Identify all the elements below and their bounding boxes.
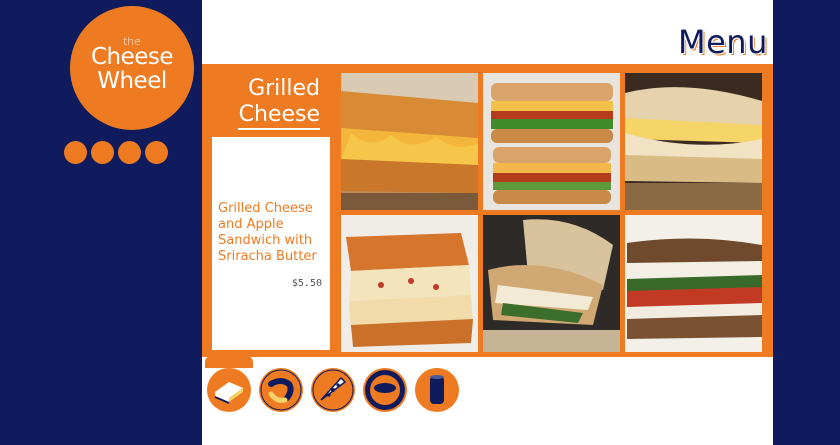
title-underline [238,128,320,130]
item-price: $5.50 [291,278,322,289]
nav-sandwich[interactable] [205,356,253,412]
sandwich-photo-3 [625,73,762,210]
sandwich-photo-4 [341,215,478,352]
logo[interactable]: the Cheese Wheel [70,6,194,130]
left-sidebar: the Cheese Wheel [0,0,202,445]
nav-dot-4[interactable] [145,141,168,164]
category-nav [205,356,459,412]
logo-line-2: Wheel [97,68,167,94]
gallery-tile-3[interactable] [625,73,762,210]
gallery-tile-6[interactable] [625,215,762,352]
nav-pizza[interactable] [311,368,355,412]
gallery-tile-5[interactable] [483,215,620,352]
nav-macaroni[interactable] [259,368,303,412]
nav-soup[interactable] [363,368,407,412]
gallery-tile-1[interactable] [341,73,478,210]
item-description-card: Grilled Cheese and Apple Sandwich with S… [212,137,330,350]
category-title: Grilled Cheese [210,76,320,130]
nav-dot-3[interactable] [118,141,141,164]
sandwich-photo-2 [483,73,620,210]
gallery-tile-2[interactable] [483,73,620,210]
pizza-slice-icon [312,369,354,411]
nav-drink[interactable] [415,368,459,412]
nav-dot-1[interactable] [64,141,87,164]
sandwich-photo-5 [483,215,620,352]
category-title-line-2: Cheese [238,102,320,127]
sandwich-photo-1 [341,73,478,210]
soup-bowl-icon [365,370,405,410]
gallery-tile-4[interactable] [341,215,478,352]
sandwich-photo-6 [625,215,762,352]
logo-line-1: Cheese [90,44,174,70]
page-dots [64,141,168,164]
page-title: Menu [678,23,768,61]
nav-dot-2[interactable] [91,141,114,164]
item-name: Grilled Cheese and Apple Sandwich with S… [218,201,317,264]
drink-can-icon [430,375,444,404]
macaroni-icon [260,369,302,411]
right-margin [773,0,840,445]
sandwich-gallery [341,73,762,352]
main-content: Menu Grilled Cheese Grilled Cheese and A… [202,0,773,445]
sandwich-icon [215,382,243,404]
category-title-line-1: Grilled [248,76,320,101]
